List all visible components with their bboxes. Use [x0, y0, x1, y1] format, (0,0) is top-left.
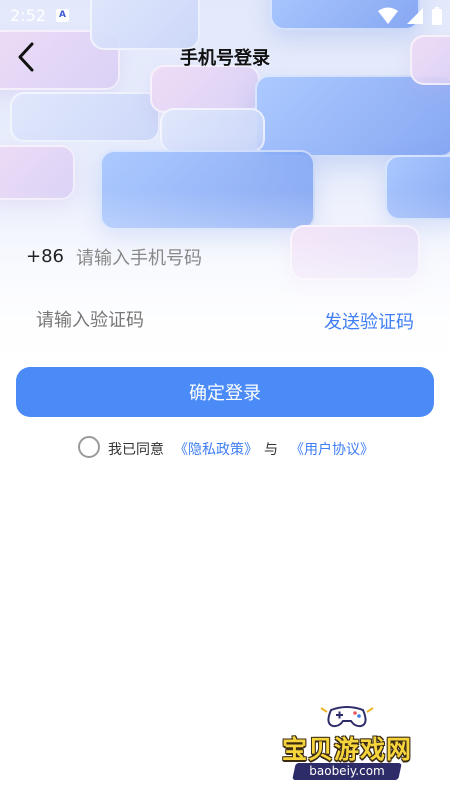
status-icons	[378, 7, 442, 25]
verification-code-input[interactable]	[36, 306, 276, 334]
watermark-url: baobeiy.com	[309, 764, 385, 778]
decor-tile	[255, 75, 450, 157]
decor-tile	[10, 92, 160, 142]
hero-fade	[0, 190, 450, 380]
phone-input[interactable]	[76, 244, 416, 272]
wifi-icon	[378, 7, 399, 24]
status-bar: 2:52 A	[0, 0, 450, 32]
watermark-logo: 宝贝游戏网 baobeiy.com	[272, 700, 422, 796]
signal-icon	[407, 8, 424, 24]
agree-prefix: 我已同意	[108, 442, 164, 458]
gamepad-icon	[320, 706, 374, 728]
watermark-title: 宝贝游戏网	[281, 735, 412, 764]
decor-tile	[160, 108, 265, 153]
country-code[interactable]: +86	[26, 246, 64, 267]
verification-code-field: 发送验证码	[36, 306, 416, 334]
privacy-policy-link[interactable]: 《隐私政策》	[174, 439, 258, 459]
user-agreement-link[interactable]: 《用户协议》	[290, 439, 374, 459]
battery-icon	[432, 7, 442, 25]
login-button[interactable]: 确定登录	[16, 367, 434, 417]
decor-tile	[150, 65, 260, 113]
agree-conjunction: 与	[264, 442, 278, 458]
page-title: 手机号登录	[180, 48, 270, 69]
agree-checkbox[interactable]	[78, 436, 100, 458]
phone-field: +86	[26, 244, 426, 272]
status-time: 2:52	[10, 6, 46, 25]
send-code-button[interactable]: 发送验证码	[324, 308, 414, 334]
notification-badge: A	[56, 9, 69, 22]
